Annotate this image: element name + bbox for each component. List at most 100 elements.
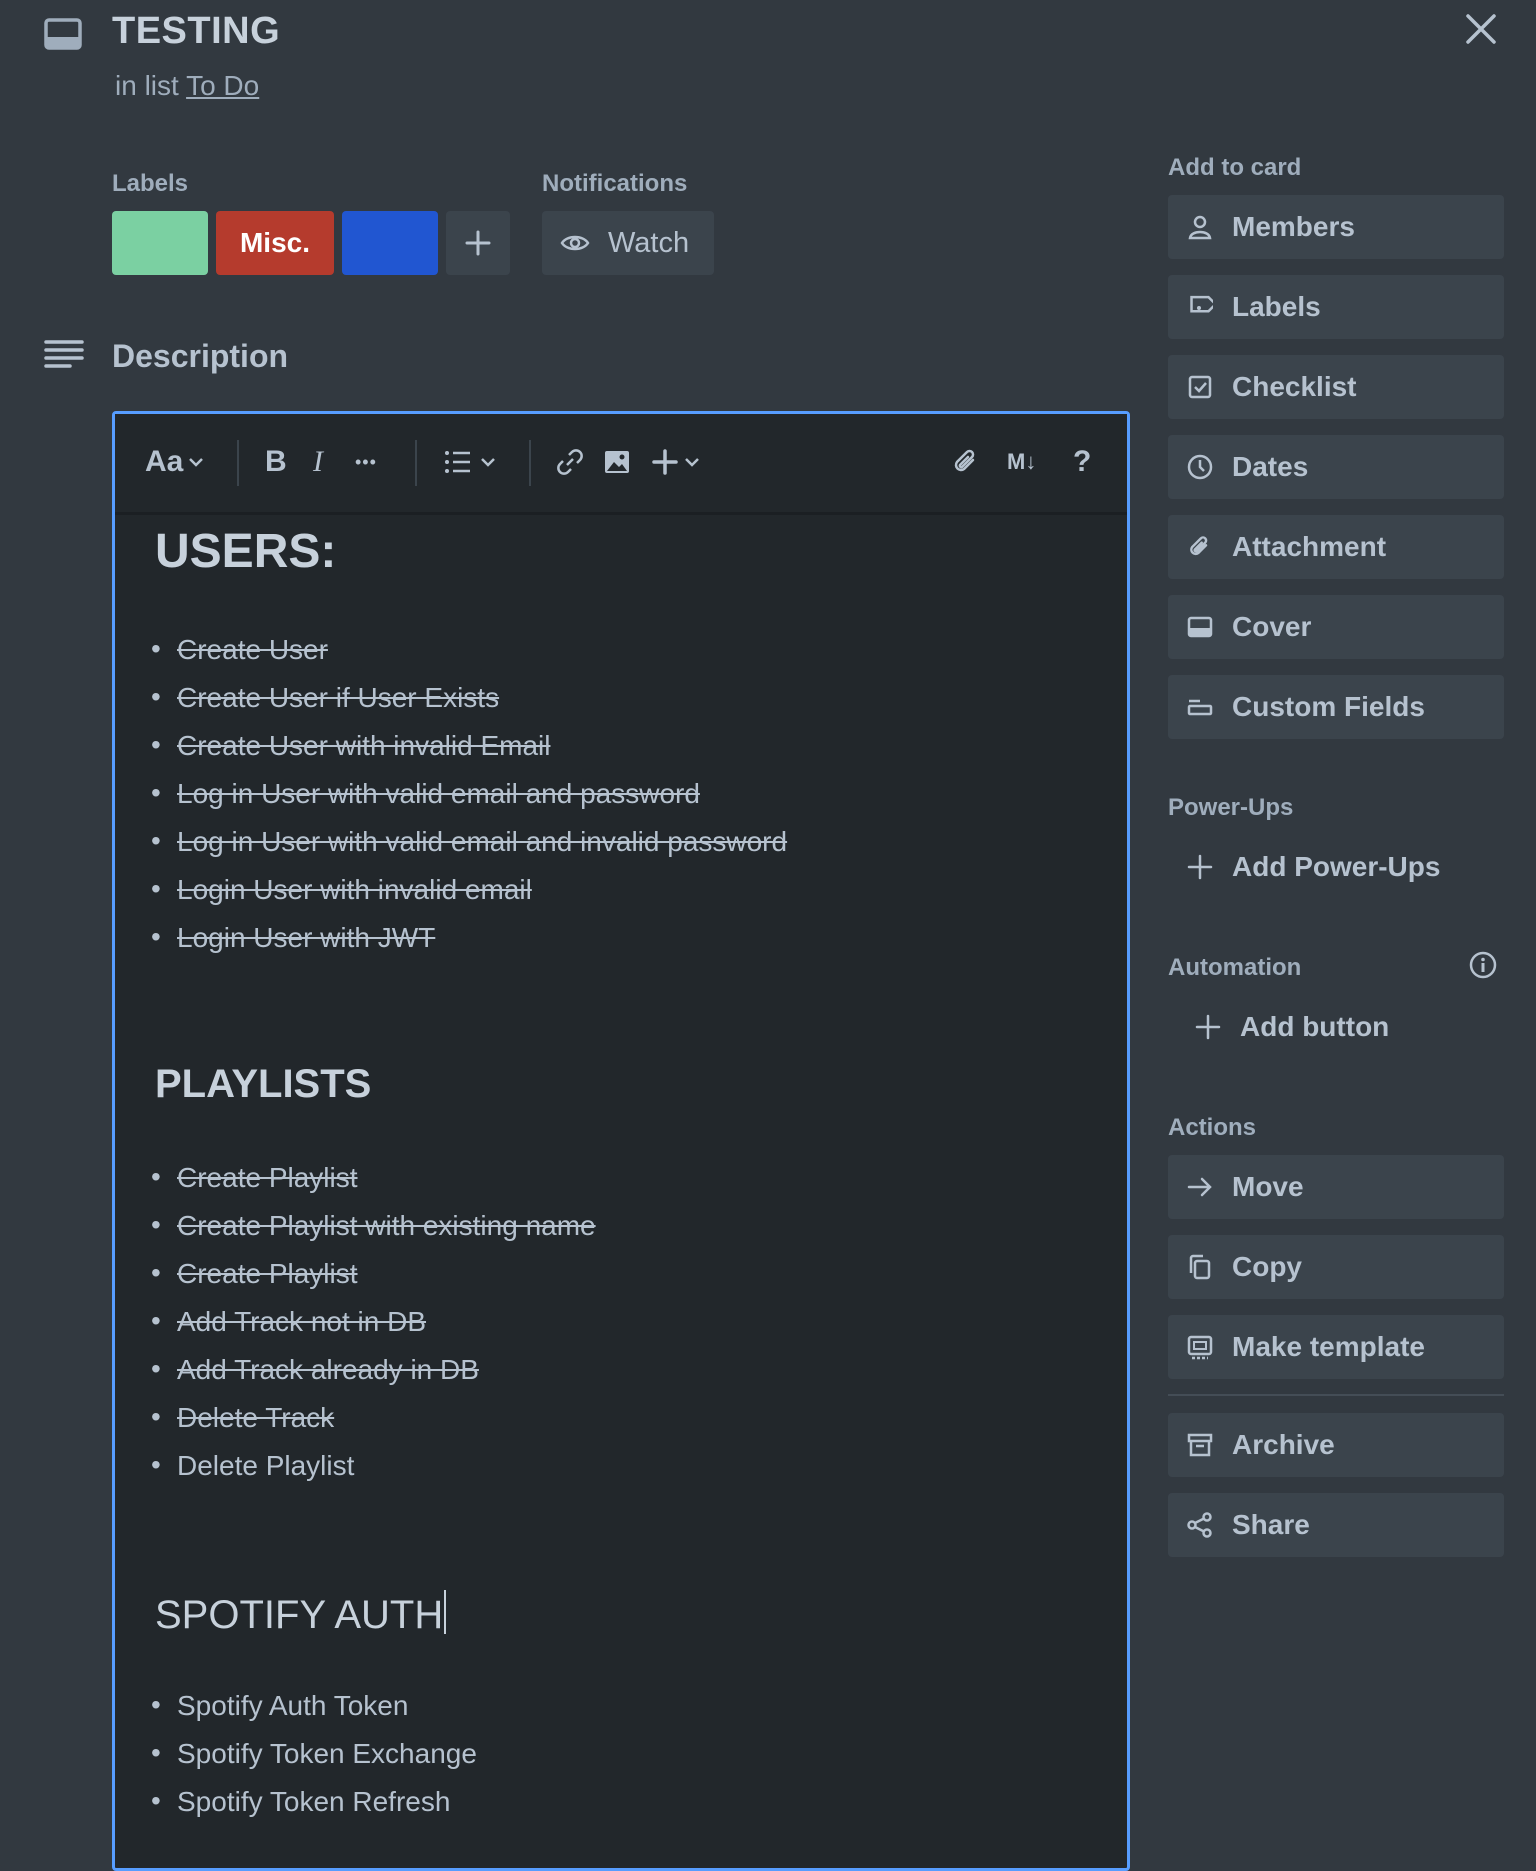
- actions-heading: Actions: [1168, 1114, 1257, 1141]
- add-label-button[interactable]: [446, 211, 510, 275]
- custom-fields-label: Custom Fields: [1232, 691, 1425, 722]
- share-icon: [1186, 1511, 1214, 1539]
- members-label: Members: [1232, 211, 1355, 242]
- automation-heading: Automation: [1168, 954, 1302, 981]
- watch-button[interactable]: Watch: [542, 211, 714, 275]
- dates-label: Dates: [1232, 451, 1309, 482]
- checklist-button[interactable]: Checklist: [1168, 355, 1504, 419]
- help-icon[interactable]: ?: [1073, 442, 1091, 482]
- add-button-label: Add button: [1240, 1011, 1390, 1042]
- list-dropdown[interactable]: [443, 442, 497, 482]
- playlists-heading: PLAYLISTS: [155, 1062, 372, 1106]
- clock-icon: [1186, 453, 1214, 481]
- chevron-down-icon: [685, 458, 699, 467]
- text-style-dropdown[interactable]: Aa: [145, 442, 205, 482]
- plus-icon: [1186, 853, 1214, 881]
- spotify-auth-heading: SPOTIFY AUTH: [155, 1590, 447, 1638]
- add-automation-button[interactable]: Add button: [1176, 995, 1389, 1059]
- copy-button[interactable]: Copy: [1168, 1235, 1504, 1299]
- cover-icon: [1186, 613, 1214, 641]
- list-item: Create User: [151, 633, 328, 666]
- text-cursor: [444, 1590, 447, 1634]
- bullet-list-icon: [445, 451, 470, 473]
- list-item: Log in User with valid email and passwor…: [151, 777, 700, 810]
- toolbar-divider: [415, 440, 417, 486]
- attachment-label: Attachment: [1232, 531, 1387, 562]
- archive-button[interactable]: Archive: [1168, 1413, 1504, 1477]
- custom-fields-button[interactable]: Custom Fields: [1168, 675, 1504, 739]
- add-to-card-heading: Add to card: [1168, 154, 1302, 181]
- arrow-right-icon: [1186, 1173, 1214, 1201]
- notifications-heading: Notifications: [542, 170, 688, 197]
- archive-label: Archive: [1232, 1429, 1335, 1460]
- actions-divider: [1168, 1394, 1504, 1396]
- plus-icon: [652, 449, 678, 475]
- list-item: Login User with JWT: [151, 921, 435, 954]
- archive-icon: [1186, 1431, 1214, 1459]
- list-item: Create User with invalid Email: [151, 729, 551, 762]
- attachment-button[interactable]: Attachment: [1168, 515, 1504, 579]
- make-template-button[interactable]: Make template: [1168, 1315, 1504, 1379]
- list-item: Delete Playlist: [151, 1449, 354, 1482]
- add-power-ups-label: Add Power-Ups: [1232, 851, 1441, 882]
- card-title[interactable]: TESTING: [112, 10, 280, 53]
- copy-icon: [1186, 1253, 1214, 1281]
- list-item: Spotify Auth Token: [151, 1689, 408, 1722]
- power-ups-heading: Power-Ups: [1168, 794, 1294, 821]
- description-editor[interactable]: Aa B I ••• M↓ ? USERS: Create User: [112, 411, 1130, 1871]
- label-chip-blue[interactable]: [342, 211, 438, 275]
- text-style-label: Aa: [145, 445, 184, 478]
- users-heading: USERS:: [155, 525, 337, 578]
- share-button[interactable]: Share: [1168, 1493, 1504, 1557]
- share-label: Share: [1232, 1509, 1310, 1540]
- make-template-label: Make template: [1232, 1331, 1425, 1362]
- checkbox-icon: [1186, 373, 1214, 401]
- description-icon: [44, 338, 84, 372]
- chevron-down-icon: [481, 458, 495, 467]
- spotify-auth-heading-text: SPOTIFY AUTH: [155, 1593, 444, 1637]
- labels-heading: Labels: [112, 170, 189, 197]
- checklist-label: Checklist: [1232, 371, 1357, 402]
- list-item: Add Track not in DB: [151, 1305, 426, 1338]
- label-chip-green[interactable]: [112, 211, 208, 275]
- list-item: Create User if User Exists: [151, 681, 499, 714]
- labels-button[interactable]: Labels: [1168, 275, 1504, 339]
- plus-icon: [465, 230, 491, 256]
- list-location: in list To Do: [115, 70, 259, 102]
- labels-label: Labels: [1232, 291, 1321, 322]
- list-link[interactable]: To Do: [186, 70, 259, 101]
- watch-label: Watch: [608, 226, 690, 259]
- more-formatting-button[interactable]: •••: [355, 442, 377, 482]
- image-icon[interactable]: [603, 442, 631, 482]
- list-item: Create Playlist: [151, 1257, 357, 1290]
- move-button[interactable]: Move: [1168, 1155, 1504, 1219]
- add-power-ups-button[interactable]: Add Power-Ups: [1168, 835, 1440, 899]
- cover-button[interactable]: Cover: [1168, 595, 1504, 659]
- template-icon: [1186, 1333, 1214, 1361]
- chevron-down-icon: [189, 458, 204, 467]
- markdown-toggle[interactable]: M↓: [1007, 442, 1036, 482]
- list-item: Create Playlist: [151, 1161, 357, 1194]
- tag-icon: [1186, 293, 1214, 321]
- insert-dropdown[interactable]: [651, 442, 701, 482]
- list-item: Log in User with valid email and invalid…: [151, 825, 787, 858]
- editor-toolbar: Aa B I ••• M↓ ?: [115, 414, 1127, 515]
- info-icon[interactable]: [1468, 950, 1498, 980]
- cover-label: Cover: [1232, 611, 1312, 642]
- link-icon[interactable]: [555, 442, 585, 482]
- dates-button[interactable]: Dates: [1168, 435, 1504, 499]
- plus-icon: [1194, 1013, 1222, 1041]
- move-label: Move: [1232, 1171, 1304, 1202]
- label-chip-text: Misc.: [239, 227, 311, 258]
- italic-button[interactable]: I: [313, 442, 323, 482]
- close-icon[interactable]: [1460, 8, 1502, 50]
- members-button[interactable]: Members: [1168, 195, 1504, 259]
- label-chip-misc[interactable]: Misc.: [216, 211, 334, 275]
- description-heading: Description: [112, 338, 289, 374]
- custom-fields-icon: [1186, 693, 1214, 721]
- in-list-prefix: in list: [115, 70, 179, 101]
- list-item: Spotify Token Refresh: [151, 1785, 450, 1818]
- eye-icon: [560, 232, 590, 254]
- bold-button[interactable]: B: [265, 442, 287, 482]
- attachment-icon[interactable]: [951, 442, 981, 482]
